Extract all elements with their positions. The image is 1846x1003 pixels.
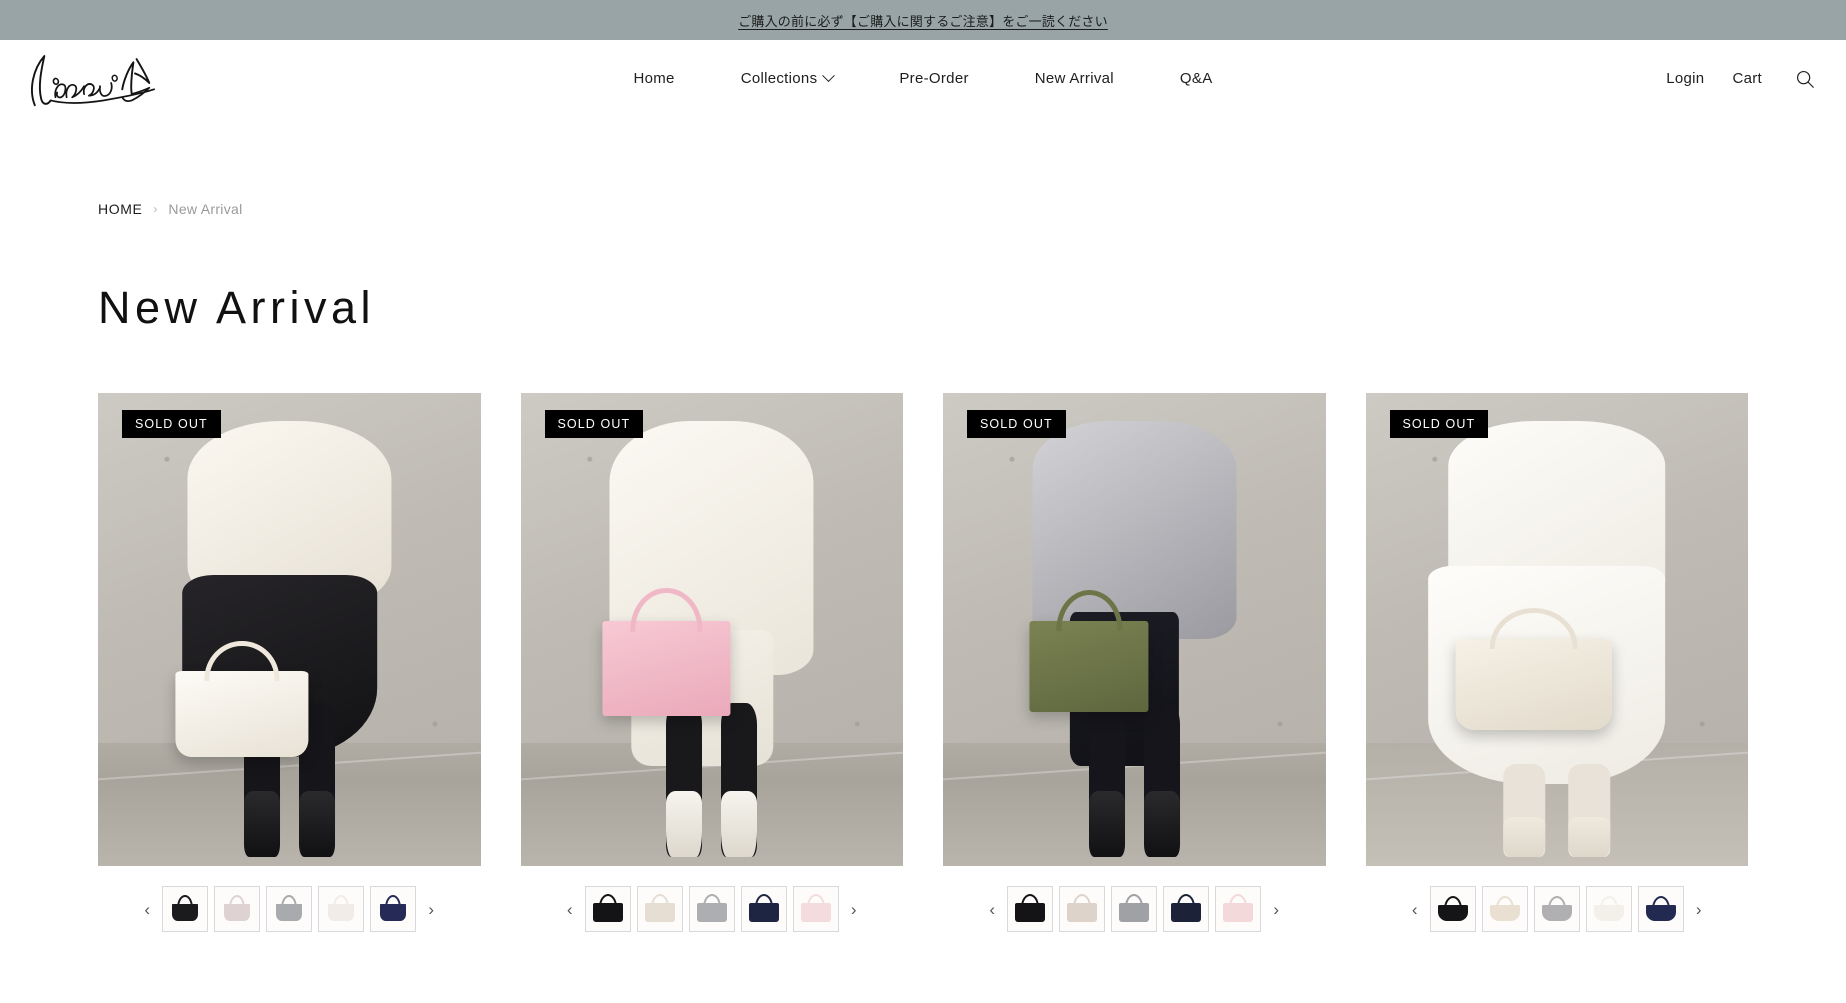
search-button[interactable] [1776,68,1822,90]
carousel-prev-button[interactable]: ‹ [981,892,1003,926]
swatch-beige[interactable] [636,886,683,932]
nav-item-label: Q&A [1179,70,1213,87]
swatch-grey[interactable] [1533,886,1580,932]
product-card: SOLD OUT ‹ › [98,393,481,932]
product-photo-scene [520,393,903,866]
product-photo-scene [98,393,481,866]
swatch-track [1429,886,1684,932]
product-card: SOLD OUT ‹ › [943,393,1326,932]
swatch-beige[interactable] [1059,886,1106,932]
search-icon [1796,70,1814,88]
swatch-pink[interactable] [1215,886,1262,932]
product-image[interactable]: SOLD OUT [943,393,1326,866]
swatch-pink-beige[interactable] [214,886,261,932]
carousel-prev-button[interactable]: ‹ [1404,892,1426,926]
swatch-grey[interactable] [266,886,313,932]
color-swatch-carousel: ‹ › [521,886,904,932]
page-title: New Arrival [98,282,376,333]
carousel-next-button[interactable]: › [420,892,442,926]
product-photo-scene [943,393,1326,866]
swatch-grey[interactable] [688,886,735,932]
product-image[interactable]: SOLD OUT [98,393,481,866]
main-navigation: Home Collections Pre-Order New Arrival Q… [600,69,1246,87]
status-badge: SOLD OUT [544,410,644,438]
product-photo-scene [1365,393,1748,866]
swatch-track [584,886,839,932]
site-header: Home Collections Pre-Order New Arrival Q… [0,40,1846,117]
brand-signature-icon [31,54,155,106]
nav-item-label: Pre-Order [899,70,969,87]
color-swatch-carousel: ‹ › [98,886,481,932]
carousel-prev-button[interactable]: ‹ [136,892,158,926]
nav-item-pre-order[interactable]: Pre-Order [866,70,1001,87]
header-utilities: Login Cart [1652,68,1822,90]
photo-model [1428,412,1683,866]
featured-bag [1455,608,1613,730]
announcement-bar: ご購入の前に必ず【ご購入に関するご注意】をご一読ください [0,0,1846,40]
announcement-link[interactable]: ご購入の前に必ず【ご購入に関するご注意】をご一読ください [738,11,1108,30]
nav-item-label: New Arrival [1034,70,1114,87]
carousel-next-button[interactable]: › [1688,892,1710,926]
swatch-track [1007,886,1262,932]
breadcrumb: HOME › New Arrival [0,117,1846,217]
product-card: SOLD OUT ‹ › [520,393,904,932]
swatch-navy[interactable] [1163,886,1210,932]
chevron-down-icon [822,69,836,83]
featured-bag [1029,590,1149,712]
swatch-grey[interactable] [1111,886,1158,932]
swatch-ivory[interactable] [1585,886,1632,932]
color-swatch-carousel: ‹ › [943,886,1326,932]
product-grid: SOLD OUT ‹ › SOLD OUT ‹ › SOLD OUT ‹ › S… [0,393,1846,932]
swatch-pink[interactable] [792,886,839,932]
featured-bag [175,641,309,758]
swatch-ivory[interactable] [318,886,365,932]
brand-logo[interactable] [20,48,180,110]
product-card: SOLD OUT ‹ › [1365,393,1749,932]
nav-item-collections[interactable]: Collections [708,69,867,87]
status-badge: SOLD OUT [122,410,221,438]
breadcrumb-current: New Arrival [168,201,243,217]
nav-item-label: Home [633,70,675,87]
status-badge: SOLD OUT [967,410,1066,438]
nav-item-new-arrival[interactable]: New Arrival [1002,70,1147,87]
carousel-next-button[interactable]: › [1265,892,1287,926]
nav-item-qa[interactable]: Q&A [1147,70,1246,87]
nav-item-label: Collections [740,70,818,87]
swatch-navy[interactable] [740,886,787,932]
swatch-black[interactable] [584,886,631,932]
product-image[interactable]: SOLD OUT [1365,393,1748,866]
status-badge: SOLD OUT [1389,410,1489,438]
nav-item-home[interactable]: Home [600,70,707,87]
photo-model [171,412,408,866]
swatch-beige[interactable] [1481,886,1528,932]
login-link[interactable]: Login [1652,70,1718,87]
photo-model [1016,412,1253,866]
carousel-next-button[interactable]: › [843,892,865,926]
photo-model [593,412,830,866]
swatch-navy[interactable] [1637,886,1684,932]
carousel-prev-button[interactable]: ‹ [559,892,581,926]
swatch-black[interactable] [1007,886,1054,932]
cart-link[interactable]: Cart [1718,70,1776,87]
swatch-black[interactable] [162,886,209,932]
product-image[interactable]: SOLD OUT [520,393,903,866]
featured-bag [602,588,731,717]
swatch-navy[interactable] [370,886,417,932]
swatch-black[interactable] [1429,886,1476,932]
breadcrumb-separator-icon: › [153,202,158,216]
breadcrumb-home[interactable]: HOME [98,201,142,217]
swatch-track [162,886,417,932]
color-swatch-carousel: ‹ › [1366,886,1749,932]
